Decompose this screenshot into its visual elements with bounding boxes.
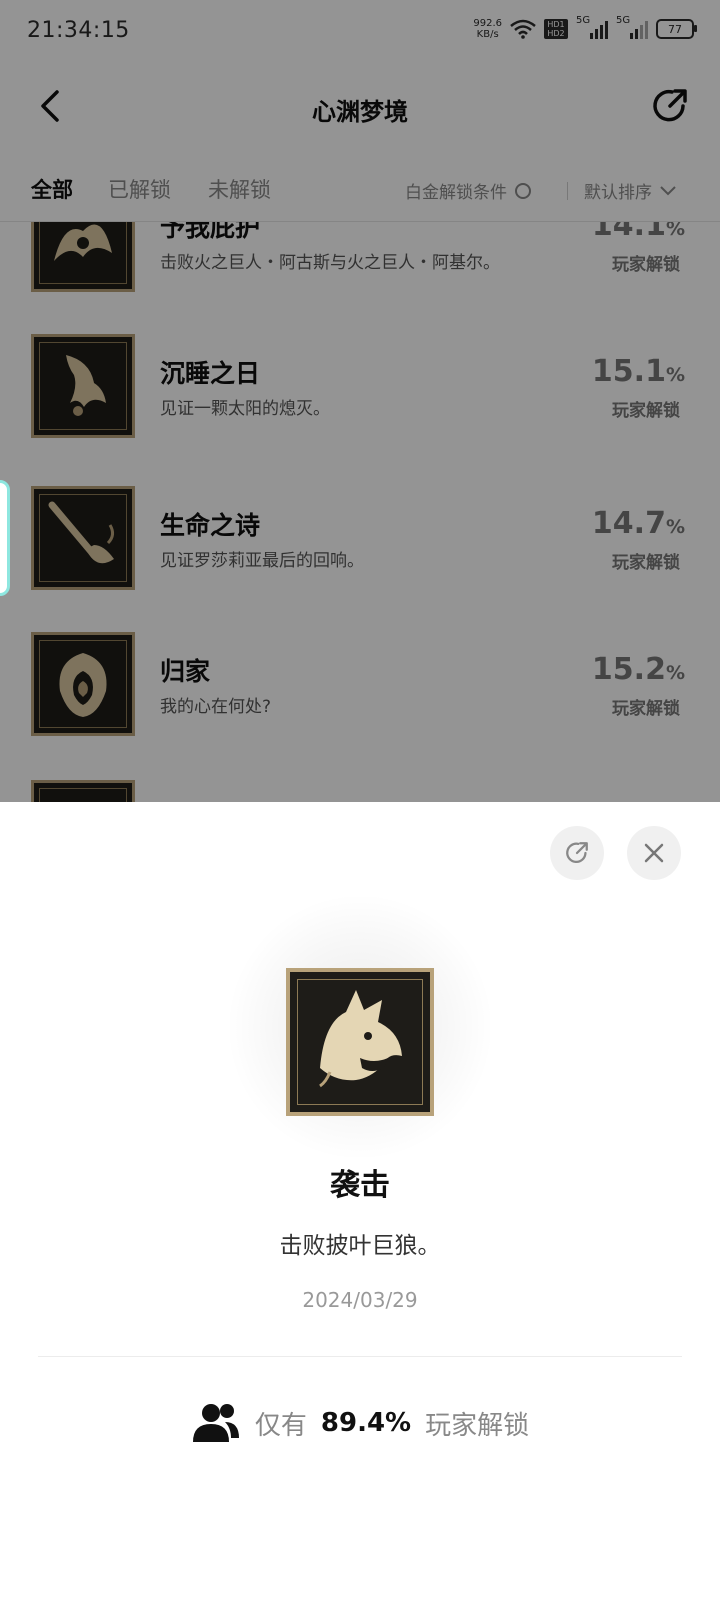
sheet-close-button[interactable] — [627, 826, 681, 880]
users-icon — [192, 1404, 239, 1442]
stat-suffix: 玩家解锁 — [425, 1410, 530, 1441]
sheet-share-button[interactable] — [550, 826, 604, 880]
share-icon — [566, 842, 588, 863]
unlock-date: 2024/03/29 — [302, 1288, 418, 1312]
floating-edge-handle[interactable] — [0, 480, 10, 596]
achievement-detail-title: 袭击 — [330, 1168, 390, 1203]
wolf-head-icon — [286, 968, 434, 1116]
modal-backdrop[interactable] — [0, 0, 720, 802]
close-icon — [644, 843, 664, 863]
unlock-stat: 仅有 89.4% 玩家解锁 — [0, 1402, 720, 1444]
achievement-detail-sheet: 袭击 击败披叶巨狼。 2024/03/29 仅有 89.4% 玩家解锁 — [0, 802, 720, 1600]
sheet-divider — [38, 1356, 682, 1357]
stat-prefix: 仅有 — [254, 1410, 307, 1441]
achievement-detail-desc: 击败披叶巨狼。 — [279, 1233, 441, 1259]
stat-percent: 89.4% — [320, 1408, 412, 1438]
